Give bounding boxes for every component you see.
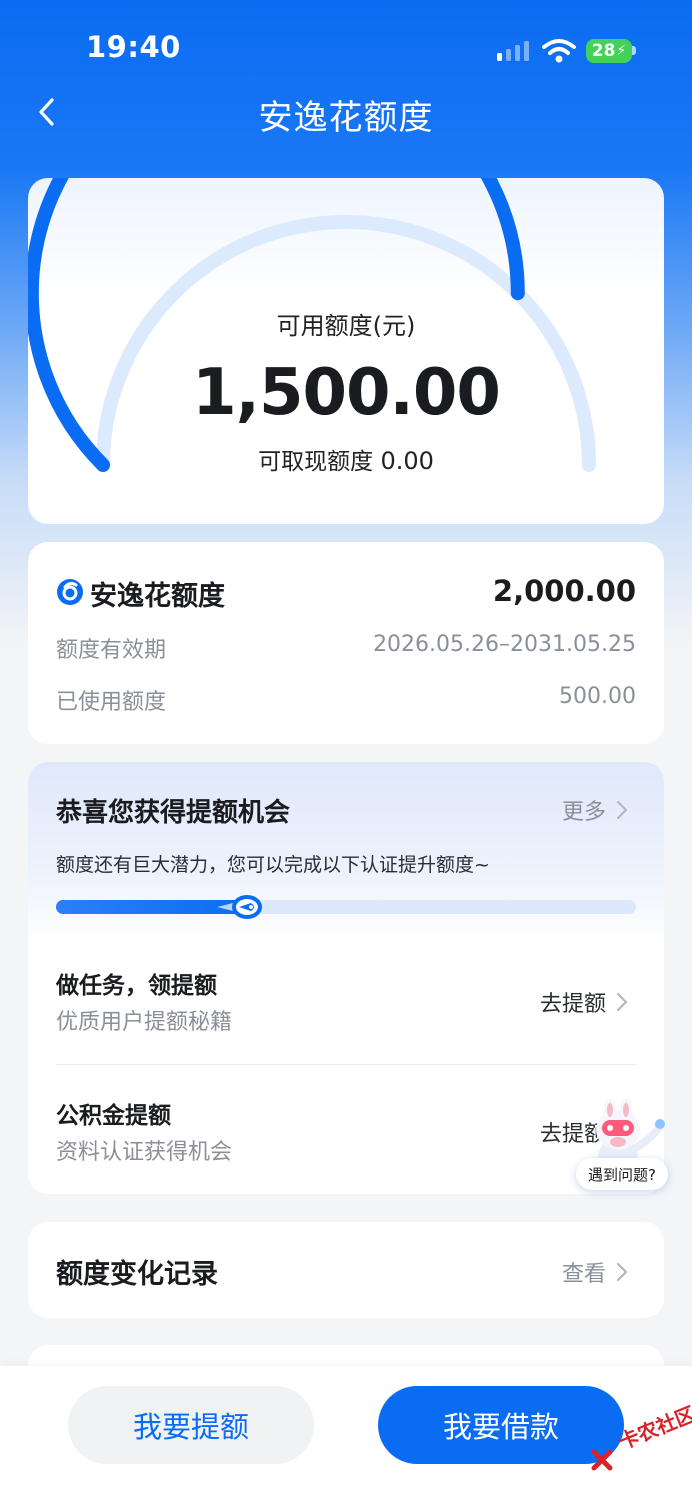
view-records-link[interactable]: 查看	[562, 1256, 628, 1288]
task-desc: 资料认证获得机会	[56, 1140, 233, 1165]
signal-icon	[497, 41, 529, 61]
charging-icon: ⚡	[616, 43, 627, 59]
validity-label: 额度有效期	[56, 638, 167, 663]
battery-indicator: 28 ⚡	[586, 39, 632, 63]
status-time: 19:40	[86, 30, 181, 64]
bottom-action-bar: 我要提额 我要借款	[0, 1366, 692, 1500]
task-desc: 优质用户提额秘籍	[56, 1010, 233, 1035]
available-credit-label: 可用额度(元)	[276, 312, 416, 340]
quota-title: 安逸花额度	[90, 581, 225, 612]
divider	[56, 1064, 636, 1065]
watermark-logo-icon	[591, 1449, 613, 1471]
task-row-missions[interactable]: 做任务，领提额 优质用户提额秘籍 去提额	[56, 966, 636, 1046]
view-label: 查看	[561, 1262, 606, 1287]
cash-credit-line: 可取现额度 0.00	[28, 442, 664, 476]
cash-credit-label: 可取现额度	[258, 449, 374, 475]
more-label: 更多	[561, 800, 606, 825]
chevron-right-icon	[616, 800, 628, 820]
available-credit-amount: 1,500.00	[192, 356, 501, 430]
wifi-icon	[542, 39, 576, 63]
boost-progress-bar	[56, 895, 636, 919]
credit-boost-card: 恭喜您获得提额机会 更多 额度还有巨大潜力，您可以完成以下认证提升额度~ 做任务…	[28, 762, 664, 1194]
available-credit-card: 可用额度(元) 1,500.00 可取现额度 0.00	[28, 178, 664, 524]
task-title: 做任务，领提额	[56, 973, 217, 999]
raise-action[interactable]: 去提额	[540, 986, 628, 1018]
battery-tip	[632, 46, 636, 55]
quota-records-card[interactable]: 额度变化记录 查看	[28, 1222, 664, 1318]
raise-limit-button[interactable]: 我要提额	[68, 1386, 314, 1464]
boost-title: 恭喜您获得提额机会	[56, 798, 291, 828]
chevron-right-icon	[616, 1262, 628, 1282]
used-quota-value: 500.00	[559, 684, 636, 709]
page-title: 安逸花额度	[258, 98, 434, 138]
battery-level: 28	[591, 41, 616, 61]
task-title: 公积金提额	[56, 1103, 171, 1129]
validity-value: 2026.05.26–2031.05.25	[373, 632, 636, 657]
more-link[interactable]: 更多	[562, 794, 628, 826]
cash-credit-value: 0.00	[380, 447, 434, 475]
rocket-icon	[217, 895, 263, 919]
borrow-button[interactable]: 我要借款	[378, 1386, 624, 1464]
used-quota-label: 已使用额度	[56, 690, 167, 715]
quota-total: 2,000.00	[492, 574, 636, 608]
quota-summary-card: 安逸花额度 2,000.00 额度有效期 2026.05.26–2031.05.…	[28, 542, 664, 744]
nav-bar: 安逸花额度	[0, 80, 692, 144]
chevron-right-icon	[616, 992, 628, 1012]
boost-subtitle: 额度还有巨大潜力，您可以完成以下认证提升额度~	[56, 854, 490, 876]
help-button[interactable]: 遇到问题?	[576, 1158, 668, 1190]
records-title: 额度变化记录	[56, 1259, 218, 1290]
anyihua-logo-icon	[57, 579, 83, 605]
raise-action-label: 去提额	[539, 992, 606, 1017]
task-row-housing-fund[interactable]: 公积金提额 资料认证获得机会 去提额	[56, 1096, 636, 1176]
